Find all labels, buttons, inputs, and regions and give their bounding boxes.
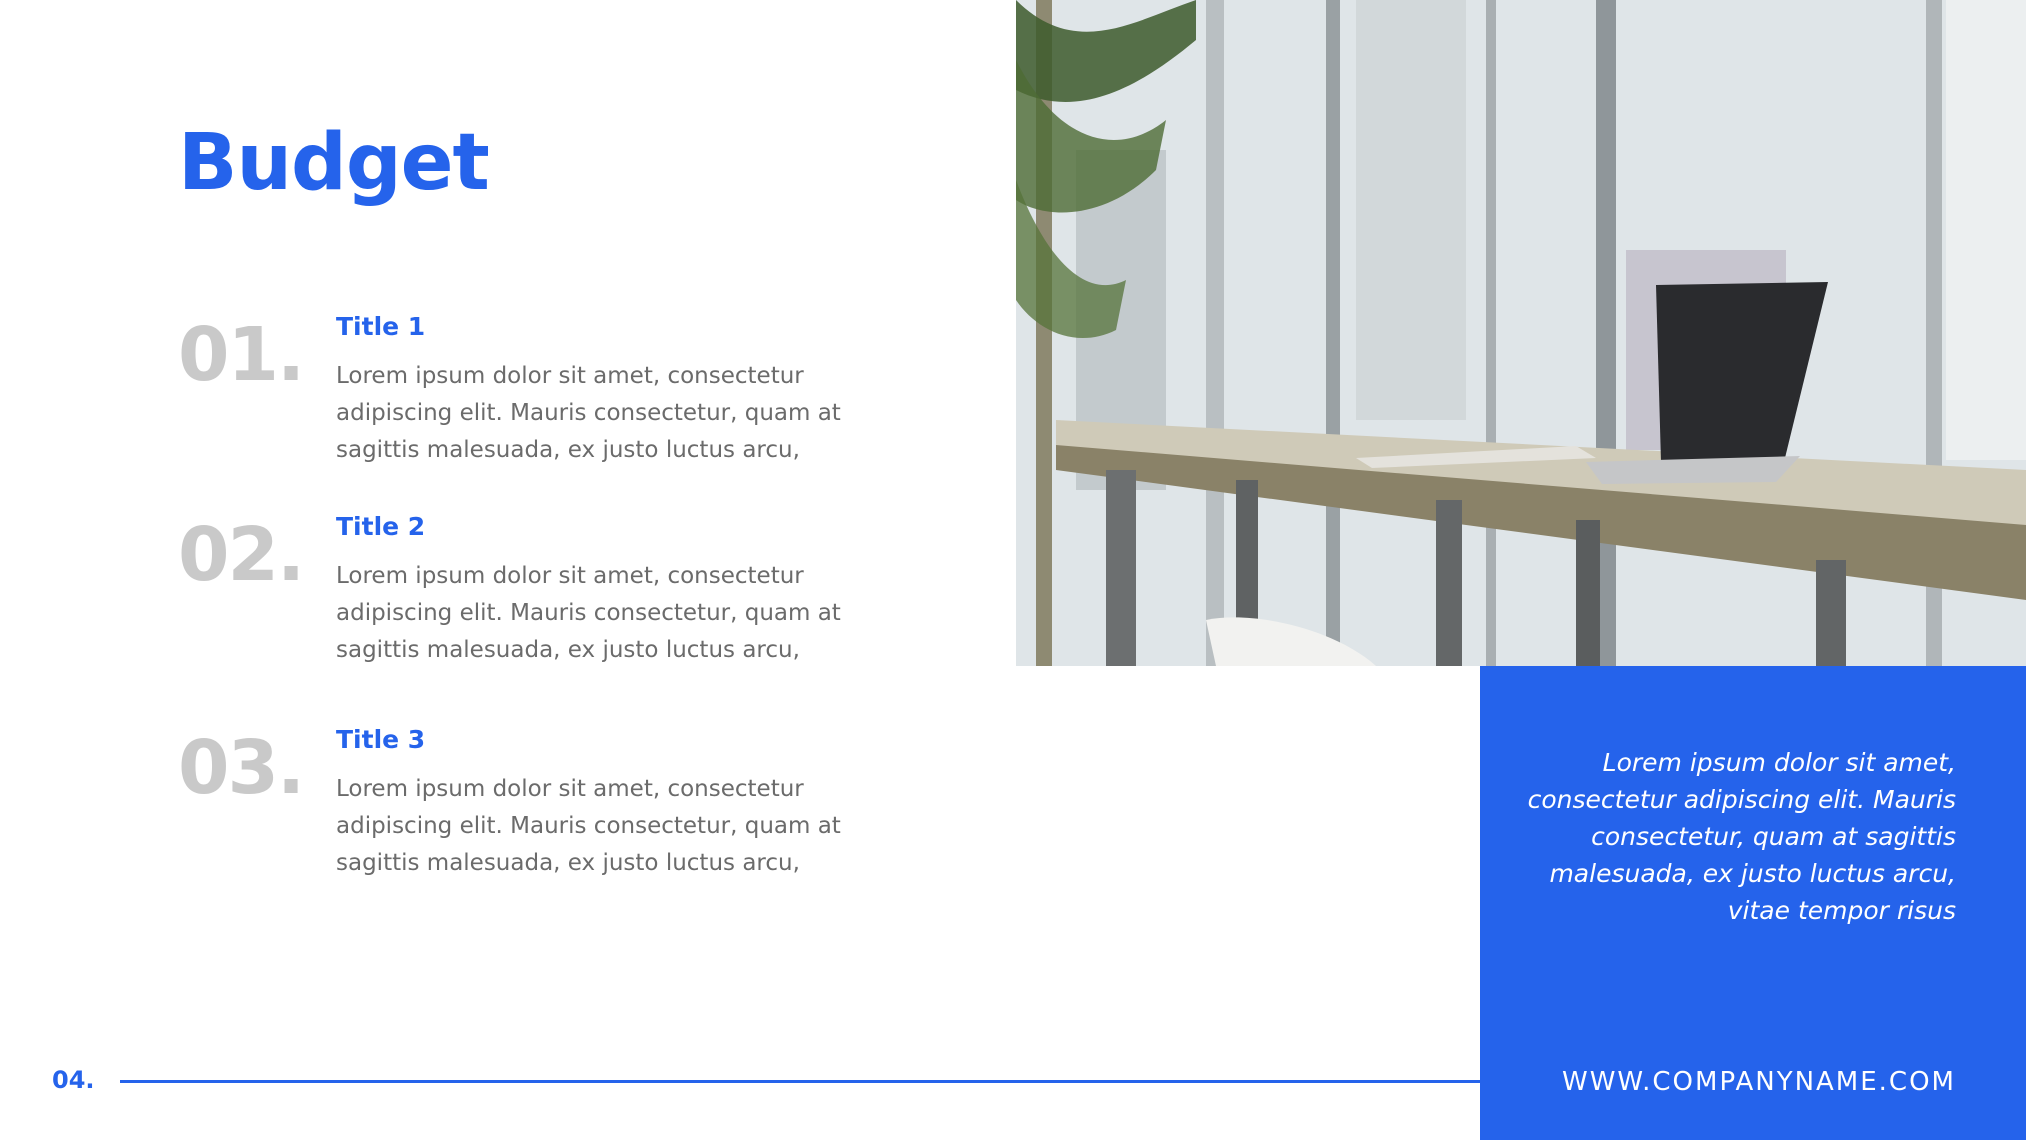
item-number: 01. [178,312,305,398]
item-number: 02. [178,512,305,598]
slide-title: Budget [178,118,490,208]
item-title: Title 2 [336,512,426,541]
panel-quote: Lorem ipsum dolor sit amet, consectetur … [1527,748,1956,925]
list-item: 01. Title 1 Lorem ipsum dolor sit amet, … [178,312,878,488]
item-body: Lorem ipsum dolor sit amet, consectetur … [336,563,841,663]
quote-panel: Lorem ipsum dolor sit amet, consectetur … [1480,666,2026,1140]
page-number: 04. [52,1066,95,1094]
footer-divider [120,1080,1480,1083]
item-title: Title 1 [336,312,426,341]
office-photo-illustration [1016,0,2026,666]
website-link[interactable]: WWW.COMPANYNAME.COM [1562,1069,1956,1095]
list-item: 03. Title 3 Lorem ipsum dolor sit amet, … [178,725,878,901]
item-body: Lorem ipsum dolor sit amet, consectetur … [336,363,841,463]
item-number: 03. [178,725,305,811]
office-photo [1016,0,2026,666]
list-item: 02. Title 2 Lorem ipsum dolor sit amet, … [178,512,878,688]
item-title: Title 3 [336,725,426,754]
item-body: Lorem ipsum dolor sit amet, consectetur … [336,776,841,876]
